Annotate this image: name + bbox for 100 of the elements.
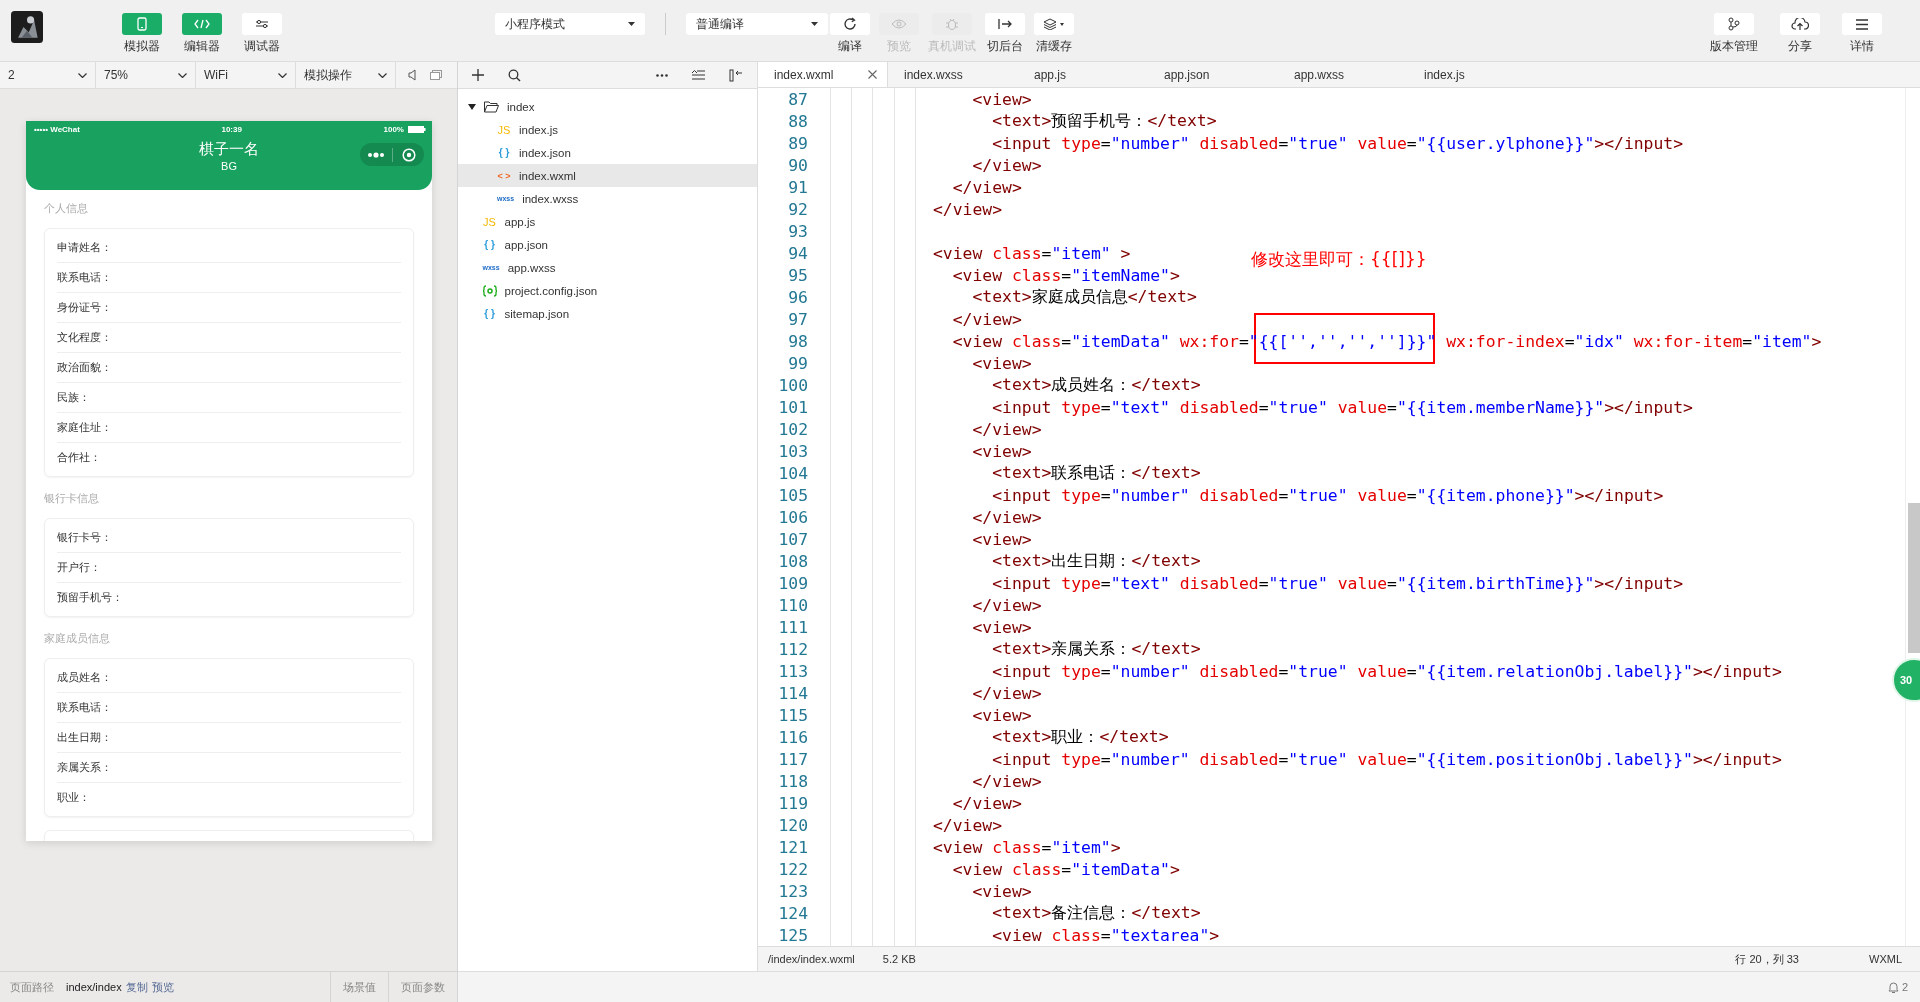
line-number: 107: [777, 529, 808, 549]
simulator-dropdown[interactable]: 2: [0, 62, 96, 88]
editor-tab[interactable]: app.js: [1018, 62, 1148, 87]
line-number: 110: [777, 595, 808, 615]
config-file-icon: [482, 284, 497, 297]
phone-icon: [137, 17, 147, 31]
file-tree-item[interactable]: { } index.json: [458, 141, 757, 164]
file-tree-item[interactable]: JS app.js: [458, 210, 757, 233]
cursor-position: 行 20，列 33: [1735, 951, 1799, 967]
code-line: <view>: [971, 617, 1032, 637]
code-line: </view>: [951, 793, 1022, 813]
braces-icon: { }: [482, 308, 497, 319]
code-line: <text>出生日期：</text>: [991, 550, 1201, 572]
editor-tab[interactable]: index.wxml: [758, 62, 888, 87]
line-number: 99: [787, 353, 808, 373]
code-line: <text>预留手机号：</text>: [991, 110, 1217, 132]
caret-icon: [628, 22, 635, 26]
editor-tab[interactable]: app.json: [1148, 62, 1278, 87]
layers-icon: [1043, 18, 1065, 30]
caret-icon: [811, 22, 818, 26]
path-link[interactable]: 复制: [125, 979, 148, 995]
exit-arrow-icon: [997, 18, 1013, 30]
code-line: <text>成员姓名：</text>: [991, 374, 1201, 396]
line-number: 95: [787, 265, 808, 285]
collapse-icon[interactable]: [729, 68, 743, 82]
battery-icon: [408, 125, 426, 133]
capsule-button[interactable]: [360, 143, 424, 166]
carrier-text: ••••• WeChat: [34, 124, 80, 134]
file-tree-item[interactable]: { } sitemap.json: [458, 302, 757, 325]
cloud-upload-icon: [1791, 17, 1809, 31]
field-label: 政治面貌：: [57, 360, 112, 375]
search-icon[interactable]: [508, 68, 521, 82]
line-number: 123: [777, 881, 808, 901]
field-label: 身份证号：: [57, 300, 112, 315]
path-link[interactable]: 预览: [151, 979, 174, 995]
editor-tab[interactable]: index.wxss: [888, 62, 1018, 87]
file-tree-item[interactable]: < > index.wxml: [458, 164, 757, 187]
file-tree-item[interactable]: project.config.json: [458, 279, 757, 302]
line-number: 88: [787, 111, 808, 131]
scrollbar-thumb[interactable]: [1908, 503, 1920, 653]
line-number: 113: [777, 661, 808, 681]
refresh-icon: [843, 17, 857, 31]
code-line: <view class="item">: [933, 837, 1121, 857]
line-number: 100: [777, 375, 808, 395]
line-number: 105: [777, 485, 808, 505]
more-icon[interactable]: [656, 73, 668, 77]
add-icon[interactable]: [472, 69, 484, 81]
window-icon[interactable]: [430, 70, 442, 80]
line-number: 104: [777, 463, 808, 483]
file-size: 5.2 KB: [882, 953, 916, 965]
file-tree-item[interactable]: index: [458, 95, 757, 118]
line-number: 120: [777, 815, 808, 835]
simulator-dropdown[interactable]: WiFi: [196, 62, 296, 88]
line-number: 90: [787, 155, 808, 175]
js-file-icon: JS: [482, 215, 497, 228]
code-line: <view class="item" >: [933, 243, 1131, 263]
code-line: </view>: [933, 815, 1003, 835]
field-label: 民族：: [57, 390, 90, 405]
eye-icon: [891, 19, 907, 29]
language-mode[interactable]: WXML: [1869, 953, 1902, 965]
battery-text: 100%: [383, 124, 404, 134]
code-line: <view class="textarea">: [991, 925, 1220, 945]
file-tree-item[interactable]: { } app.json: [458, 233, 757, 256]
file-path: /index/index.wxml: [768, 953, 855, 965]
mode-dropdown[interactable]: 小程序模式: [495, 13, 645, 35]
file-tree-item[interactable]: JS index.js: [458, 118, 757, 141]
code-line: <view>: [971, 881, 1032, 901]
speaker-icon[interactable]: [408, 69, 418, 81]
simulator-dropdown[interactable]: 模拟操作: [296, 62, 396, 88]
simulator-dropdown[interactable]: 75%: [96, 62, 196, 88]
caret-icon: [468, 103, 476, 110]
field-label: 开户行：: [57, 560, 101, 575]
page-path: index/index: [66, 981, 122, 993]
close-icon[interactable]: [868, 70, 877, 79]
line-number: 109: [777, 573, 808, 593]
code-line: <view>: [971, 529, 1032, 549]
code-line: </view>: [971, 419, 1042, 439]
code-line: <text>亲属关系：</text>: [991, 638, 1201, 660]
bell-icon[interactable]: [1887, 980, 1899, 994]
compile-dropdown[interactable]: 普通编译: [686, 13, 828, 35]
line-number: 106: [777, 507, 808, 527]
editor-tab[interactable]: app.wxss: [1278, 62, 1408, 87]
folder-icon: [484, 100, 499, 113]
field-label: 职业：: [57, 790, 90, 805]
line-number: 108: [777, 551, 808, 571]
line-number: 114: [777, 683, 808, 703]
line-number: 122: [777, 859, 808, 879]
field-label: 联系电话：: [57, 700, 112, 715]
editor-tab[interactable]: index.js: [1408, 62, 1538, 87]
code-line: <text>家庭成员信息</text>: [971, 286, 1197, 308]
outdent-icon[interactable]: [692, 70, 705, 80]
line-number: 96: [787, 287, 808, 307]
toolbar-action-button[interactable]: 版本管理: [1710, 13, 1758, 55]
braces-icon: { }: [482, 239, 497, 250]
field-label: 预留手机号：: [57, 590, 123, 605]
angle-brackets-icon: < >: [497, 170, 511, 181]
line-number: 112: [777, 639, 808, 659]
clock-text: 10:39: [221, 124, 242, 134]
code-line: <input type="number" disabled="true" value="{{item.positionObj.label}}"></input>: [991, 749, 1782, 769]
chevron-down-icon: [178, 72, 187, 78]
